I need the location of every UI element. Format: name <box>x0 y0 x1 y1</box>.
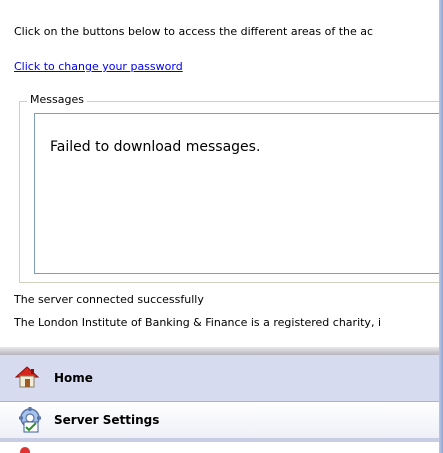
app-page: Click on the buttons below to access the… <box>0 0 443 453</box>
change-password-link[interactable]: Click to change your password <box>14 60 183 73</box>
nav-item-label: Home <box>54 371 93 385</box>
nav-item-home[interactable]: Home <box>0 355 443 402</box>
status-text: The server connected successfully <box>14 293 204 306</box>
messages-box[interactable]: Failed to download messages. <box>34 113 443 274</box>
window-edge <box>439 0 443 453</box>
home-icon <box>14 364 40 394</box>
nav-item-server-settings[interactable]: Server Settings <box>0 402 443 438</box>
charity-text: The London Institute of Banking & Financ… <box>14 316 381 329</box>
intro-text: Click on the buttons below to access the… <box>14 25 374 38</box>
nav-item-label: Server Settings <box>54 413 160 427</box>
messages-legend: Messages <box>27 93 87 106</box>
messages-text: Failed to download messages. <box>50 139 261 155</box>
nav-item-next[interactable] <box>0 442 443 453</box>
next-item-icon <box>20 447 30 453</box>
server-settings-icon <box>16 406 44 438</box>
nav-panel-edge <box>0 347 443 355</box>
